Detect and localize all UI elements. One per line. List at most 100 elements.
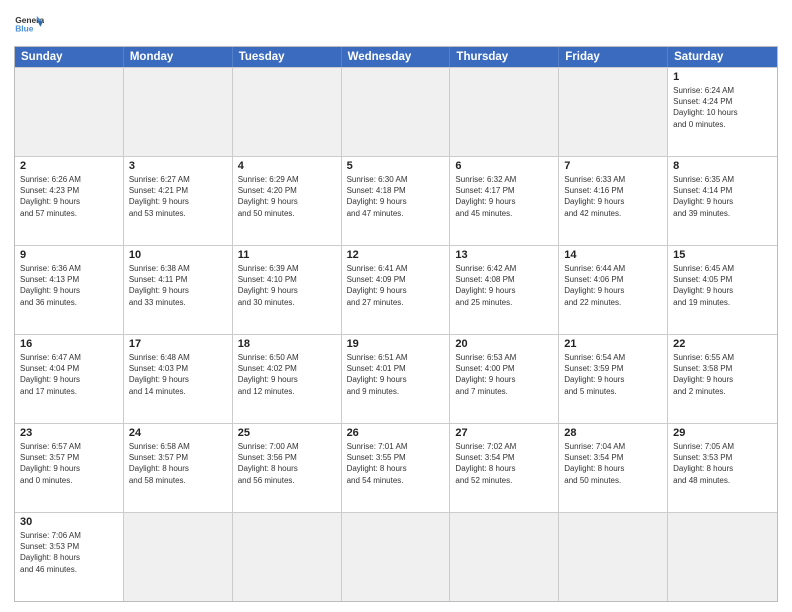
- day-number: 6: [455, 160, 553, 172]
- day-info: Sunrise: 6:42 AM Sunset: 4:08 PM Dayligh…: [455, 263, 553, 308]
- calendar-cell-0-3: [342, 68, 451, 156]
- calendar-cell-5-4: [450, 513, 559, 601]
- calendar-cell-0-5: [559, 68, 668, 156]
- header-day-tuesday: Tuesday: [233, 47, 342, 67]
- day-number: 9: [20, 249, 118, 261]
- calendar-cell-1-2: 4Sunrise: 6:29 AM Sunset: 4:20 PM Daylig…: [233, 157, 342, 245]
- day-info: Sunrise: 7:06 AM Sunset: 3:53 PM Dayligh…: [20, 530, 118, 575]
- day-info: Sunrise: 7:02 AM Sunset: 3:54 PM Dayligh…: [455, 441, 553, 486]
- day-number: 22: [673, 338, 772, 350]
- day-number: 29: [673, 427, 772, 439]
- day-number: 20: [455, 338, 553, 350]
- calendar-cell-2-1: 10 Sunrise: 6:38 AM Sunset: 4:11 PM Dayli…: [124, 246, 233, 334]
- calendar-cell-1-1: 3Sunrise: 6:27 AM Sunset: 4:21 PM Daylig…: [124, 157, 233, 245]
- day-info: Sunrise: 6:47 AM Sunset: 4:04 PM Dayligh…: [20, 352, 118, 397]
- day-info: Sunrise: 6:44 AM Sunset: 4:06 PM Dayligh…: [564, 263, 662, 308]
- calendar-row-0: 1Sunrise: 6:24 AM Sunset: 4:24 PM Daylig…: [15, 67, 777, 156]
- day-info: Sunrise: 6:33 AM Sunset: 4:16 PM Dayligh…: [564, 174, 662, 219]
- day-number: 14: [564, 249, 662, 261]
- calendar-cell-3-3: 19Sunrise: 6:51 AM Sunset: 4:01 PM Dayli…: [342, 335, 451, 423]
- day-info: Sunrise: 7:01 AM Sunset: 3:55 PM Dayligh…: [347, 441, 445, 486]
- header-day-saturday: Saturday: [668, 47, 777, 67]
- header-day-sunday: Sunday: [15, 47, 124, 67]
- day-info: Sunrise: 6:50 AM Sunset: 4:02 PM Dayligh…: [238, 352, 336, 397]
- calendar-cell-4-4: 27 Sunrise: 7:02 AM Sunset: 3:54 PM Dayli…: [450, 424, 559, 512]
- day-info: Sunrise: 6:30 AM Sunset: 4:18 PM Dayligh…: [347, 174, 445, 219]
- calendar-cell-4-0: 23 Sunrise: 6:57 AM Sunset: 3:57 PM Dayli…: [15, 424, 124, 512]
- calendar-cell-0-0: [15, 68, 124, 156]
- day-number: 4: [238, 160, 336, 172]
- day-number: 15: [673, 249, 772, 261]
- day-info: Sunrise: 6:48 AM Sunset: 4:03 PM Dayligh…: [129, 352, 227, 397]
- day-number: 7: [564, 160, 662, 172]
- calendar-cell-1-5: 7 Sunrise: 6:33 AM Sunset: 4:16 PM Daylig…: [559, 157, 668, 245]
- day-number: 10: [129, 249, 227, 261]
- calendar-cell-2-2: 11 Sunrise: 6:39 AM Sunset: 4:10 PM Dayli…: [233, 246, 342, 334]
- header-day-friday: Friday: [559, 47, 668, 67]
- day-info: Sunrise: 6:58 AM Sunset: 3:57 PM Dayligh…: [129, 441, 227, 486]
- day-number: 25: [238, 427, 336, 439]
- day-number: 12: [347, 249, 445, 261]
- calendar-row-3: 16Sunrise: 6:47 AM Sunset: 4:04 PM Dayli…: [15, 334, 777, 423]
- calendar-cell-5-0: 30Sunrise: 7:06 AM Sunset: 3:53 PM Dayli…: [15, 513, 124, 601]
- calendar-cell-0-2: [233, 68, 342, 156]
- day-number: 27: [455, 427, 553, 439]
- calendar-cell-5-2: [233, 513, 342, 601]
- day-number: 17: [129, 338, 227, 350]
- calendar-cell-5-6: [668, 513, 777, 601]
- header-day-wednesday: Wednesday: [342, 47, 451, 67]
- calendar-cell-3-1: 17 Sunrise: 6:48 AM Sunset: 4:03 PM Dayli…: [124, 335, 233, 423]
- day-info: Sunrise: 6:54 AM Sunset: 3:59 PM Dayligh…: [564, 352, 662, 397]
- day-info: Sunrise: 6:36 AM Sunset: 4:13 PM Dayligh…: [20, 263, 118, 308]
- calendar-body: 1Sunrise: 6:24 AM Sunset: 4:24 PM Daylig…: [15, 67, 777, 601]
- day-number: 3: [129, 160, 227, 172]
- day-number: 2: [20, 160, 118, 172]
- calendar-cell-2-0: 9 Sunrise: 6:36 AM Sunset: 4:13 PM Daylig…: [15, 246, 124, 334]
- page: General Blue SundayMondayTuesdayWednesda…: [0, 0, 792, 612]
- calendar-cell-5-1: [124, 513, 233, 601]
- header-day-monday: Monday: [124, 47, 233, 67]
- calendar-cell-2-3: 12 Sunrise: 6:41 AM Sunset: 4:09 PM Dayli…: [342, 246, 451, 334]
- day-info: Sunrise: 7:04 AM Sunset: 3:54 PM Dayligh…: [564, 441, 662, 486]
- day-info: Sunrise: 6:53 AM Sunset: 4:00 PM Dayligh…: [455, 352, 553, 397]
- calendar-row-5: 30Sunrise: 7:06 AM Sunset: 3:53 PM Dayli…: [15, 512, 777, 601]
- day-info: Sunrise: 6:39 AM Sunset: 4:10 PM Dayligh…: [238, 263, 336, 308]
- calendar-header: SundayMondayTuesdayWednesdayThursdayFrid…: [15, 47, 777, 67]
- calendar-cell-3-2: 18Sunrise: 6:50 AM Sunset: 4:02 PM Dayli…: [233, 335, 342, 423]
- day-info: Sunrise: 6:45 AM Sunset: 4:05 PM Dayligh…: [673, 263, 772, 308]
- calendar-cell-3-6: 22 Sunrise: 6:55 AM Sunset: 3:58 PM Dayli…: [668, 335, 777, 423]
- calendar-cell-4-3: 26Sunrise: 7:01 AM Sunset: 3:55 PM Dayli…: [342, 424, 451, 512]
- calendar-cell-4-5: 28 Sunrise: 7:04 AM Sunset: 3:54 PM Dayli…: [559, 424, 668, 512]
- calendar-cell-3-0: 16Sunrise: 6:47 AM Sunset: 4:04 PM Dayli…: [15, 335, 124, 423]
- calendar-cell-0-1: [124, 68, 233, 156]
- day-info: Sunrise: 6:24 AM Sunset: 4:24 PM Dayligh…: [673, 85, 772, 130]
- day-info: Sunrise: 6:41 AM Sunset: 4:09 PM Dayligh…: [347, 263, 445, 308]
- day-info: Sunrise: 6:57 AM Sunset: 3:57 PM Dayligh…: [20, 441, 118, 486]
- day-info: Sunrise: 6:38 AM Sunset: 4:11 PM Dayligh…: [129, 263, 227, 308]
- calendar-cell-2-4: 13 Sunrise: 6:42 AM Sunset: 4:08 PM Dayli…: [450, 246, 559, 334]
- calendar-cell-3-4: 20 Sunrise: 6:53 AM Sunset: 4:00 PM Dayli…: [450, 335, 559, 423]
- day-number: 5: [347, 160, 445, 172]
- logo-icon: General Blue: [14, 10, 44, 40]
- header: General Blue: [14, 10, 778, 40]
- calendar-cell-5-5: [559, 513, 668, 601]
- logo: General Blue: [14, 10, 44, 40]
- day-number: 28: [564, 427, 662, 439]
- calendar-cell-4-1: 24 Sunrise: 6:58 AM Sunset: 3:57 PM Dayli…: [124, 424, 233, 512]
- day-info: Sunrise: 6:55 AM Sunset: 3:58 PM Dayligh…: [673, 352, 772, 397]
- day-number: 8: [673, 160, 772, 172]
- day-number: 24: [129, 427, 227, 439]
- calendar-cell-2-6: 15 Sunrise: 6:45 AM Sunset: 4:05 PM Dayli…: [668, 246, 777, 334]
- calendar-cell-0-4: [450, 68, 559, 156]
- day-number: 13: [455, 249, 553, 261]
- day-number: 23: [20, 427, 118, 439]
- svg-text:Blue: Blue: [15, 24, 34, 34]
- calendar-cell-3-5: 21 Sunrise: 6:54 AM Sunset: 3:59 PM Dayli…: [559, 335, 668, 423]
- calendar: SundayMondayTuesdayWednesdayThursdayFrid…: [14, 46, 778, 602]
- calendar-row-1: 2 Sunrise: 6:26 AM Sunset: 4:23 PM Daylig…: [15, 156, 777, 245]
- day-info: Sunrise: 6:26 AM Sunset: 4:23 PM Dayligh…: [20, 174, 118, 219]
- calendar-cell-4-2: 25Sunrise: 7:00 AM Sunset: 3:56 PM Dayli…: [233, 424, 342, 512]
- day-number: 11: [238, 249, 336, 261]
- calendar-cell-2-5: 14 Sunrise: 6:44 AM Sunset: 4:06 PM Dayli…: [559, 246, 668, 334]
- day-number: 21: [564, 338, 662, 350]
